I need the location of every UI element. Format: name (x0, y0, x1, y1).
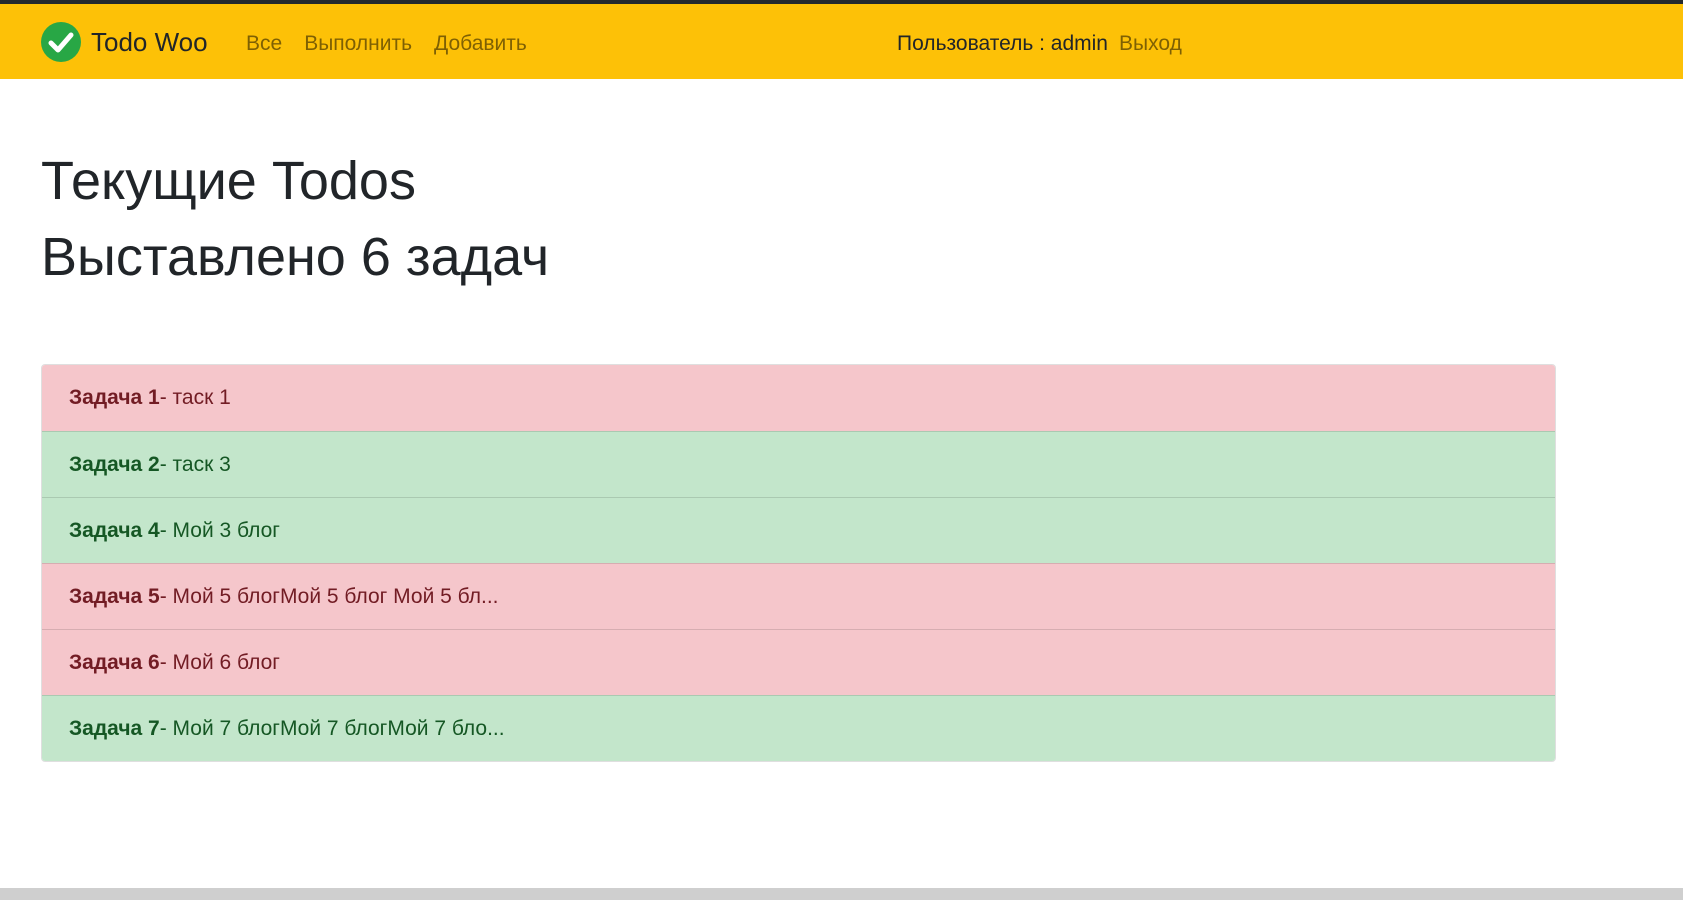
task-item[interactable]: Задача 5 - Мой 5 блогМой 5 блог Мой 5 бл… (42, 563, 1555, 629)
task-item[interactable]: Задача 4 - Мой 3 блог (42, 497, 1555, 563)
brand-name: Todo Woo (91, 26, 208, 57)
user-area: Пользователь : admin Выход (897, 32, 1182, 56)
page-title: Текущие Todos (41, 151, 416, 211)
task-text: - Мой 7 блогМой 7 блогМой 7 бло... (159, 716, 505, 740)
task-text: - таск 1 (159, 386, 231, 409)
logout-link[interactable]: Выход (1119, 32, 1182, 56)
task-label: Задача 7 (69, 716, 160, 740)
task-label: Задача 2 (69, 452, 160, 476)
task-label: Задача 5 (69, 584, 160, 608)
nav-link-all[interactable]: Все (246, 32, 282, 56)
task-text: - Мой 3 блог (159, 518, 280, 542)
task-item[interactable]: Задача 1 - таск 1 (42, 365, 1555, 431)
task-text: - Мой 6 блог (159, 650, 280, 674)
nav-link-add[interactable]: Добавить (434, 32, 527, 56)
brand-link[interactable]: Todo Woo (41, 22, 208, 62)
task-label: Задача 6 (69, 650, 160, 674)
task-item[interactable]: Задача 2 - таск 3 (42, 431, 1555, 497)
task-item[interactable]: Задача 7 - Мой 7 блогМой 7 блогМой 7 бло… (42, 695, 1555, 761)
nav-links: Все Выполнить Добавить (246, 32, 527, 56)
task-text: - Мой 5 блогМой 5 блог Мой 5 бл... (159, 584, 499, 608)
task-label: Задача 4 (69, 518, 160, 542)
navbar: Todo Woo Все Выполнить Добавить Пользова… (0, 4, 1683, 79)
task-item[interactable]: Задача 6 - Мой 6 блог (42, 629, 1555, 695)
check-circle-icon (41, 22, 81, 62)
task-count-heading: Выставлено 6 задач (41, 227, 550, 287)
user-label: Пользователь : admin (897, 32, 1108, 55)
horizontal-scrollbar[interactable] (0, 888, 1683, 900)
task-label: Задача 1 (69, 386, 160, 409)
task-text: - таск 3 (159, 452, 231, 476)
nav-link-completed[interactable]: Выполнить (304, 32, 412, 56)
task-list: Задача 1 - таск 1 Задача 2 - таск 3 Зада… (41, 364, 1556, 762)
